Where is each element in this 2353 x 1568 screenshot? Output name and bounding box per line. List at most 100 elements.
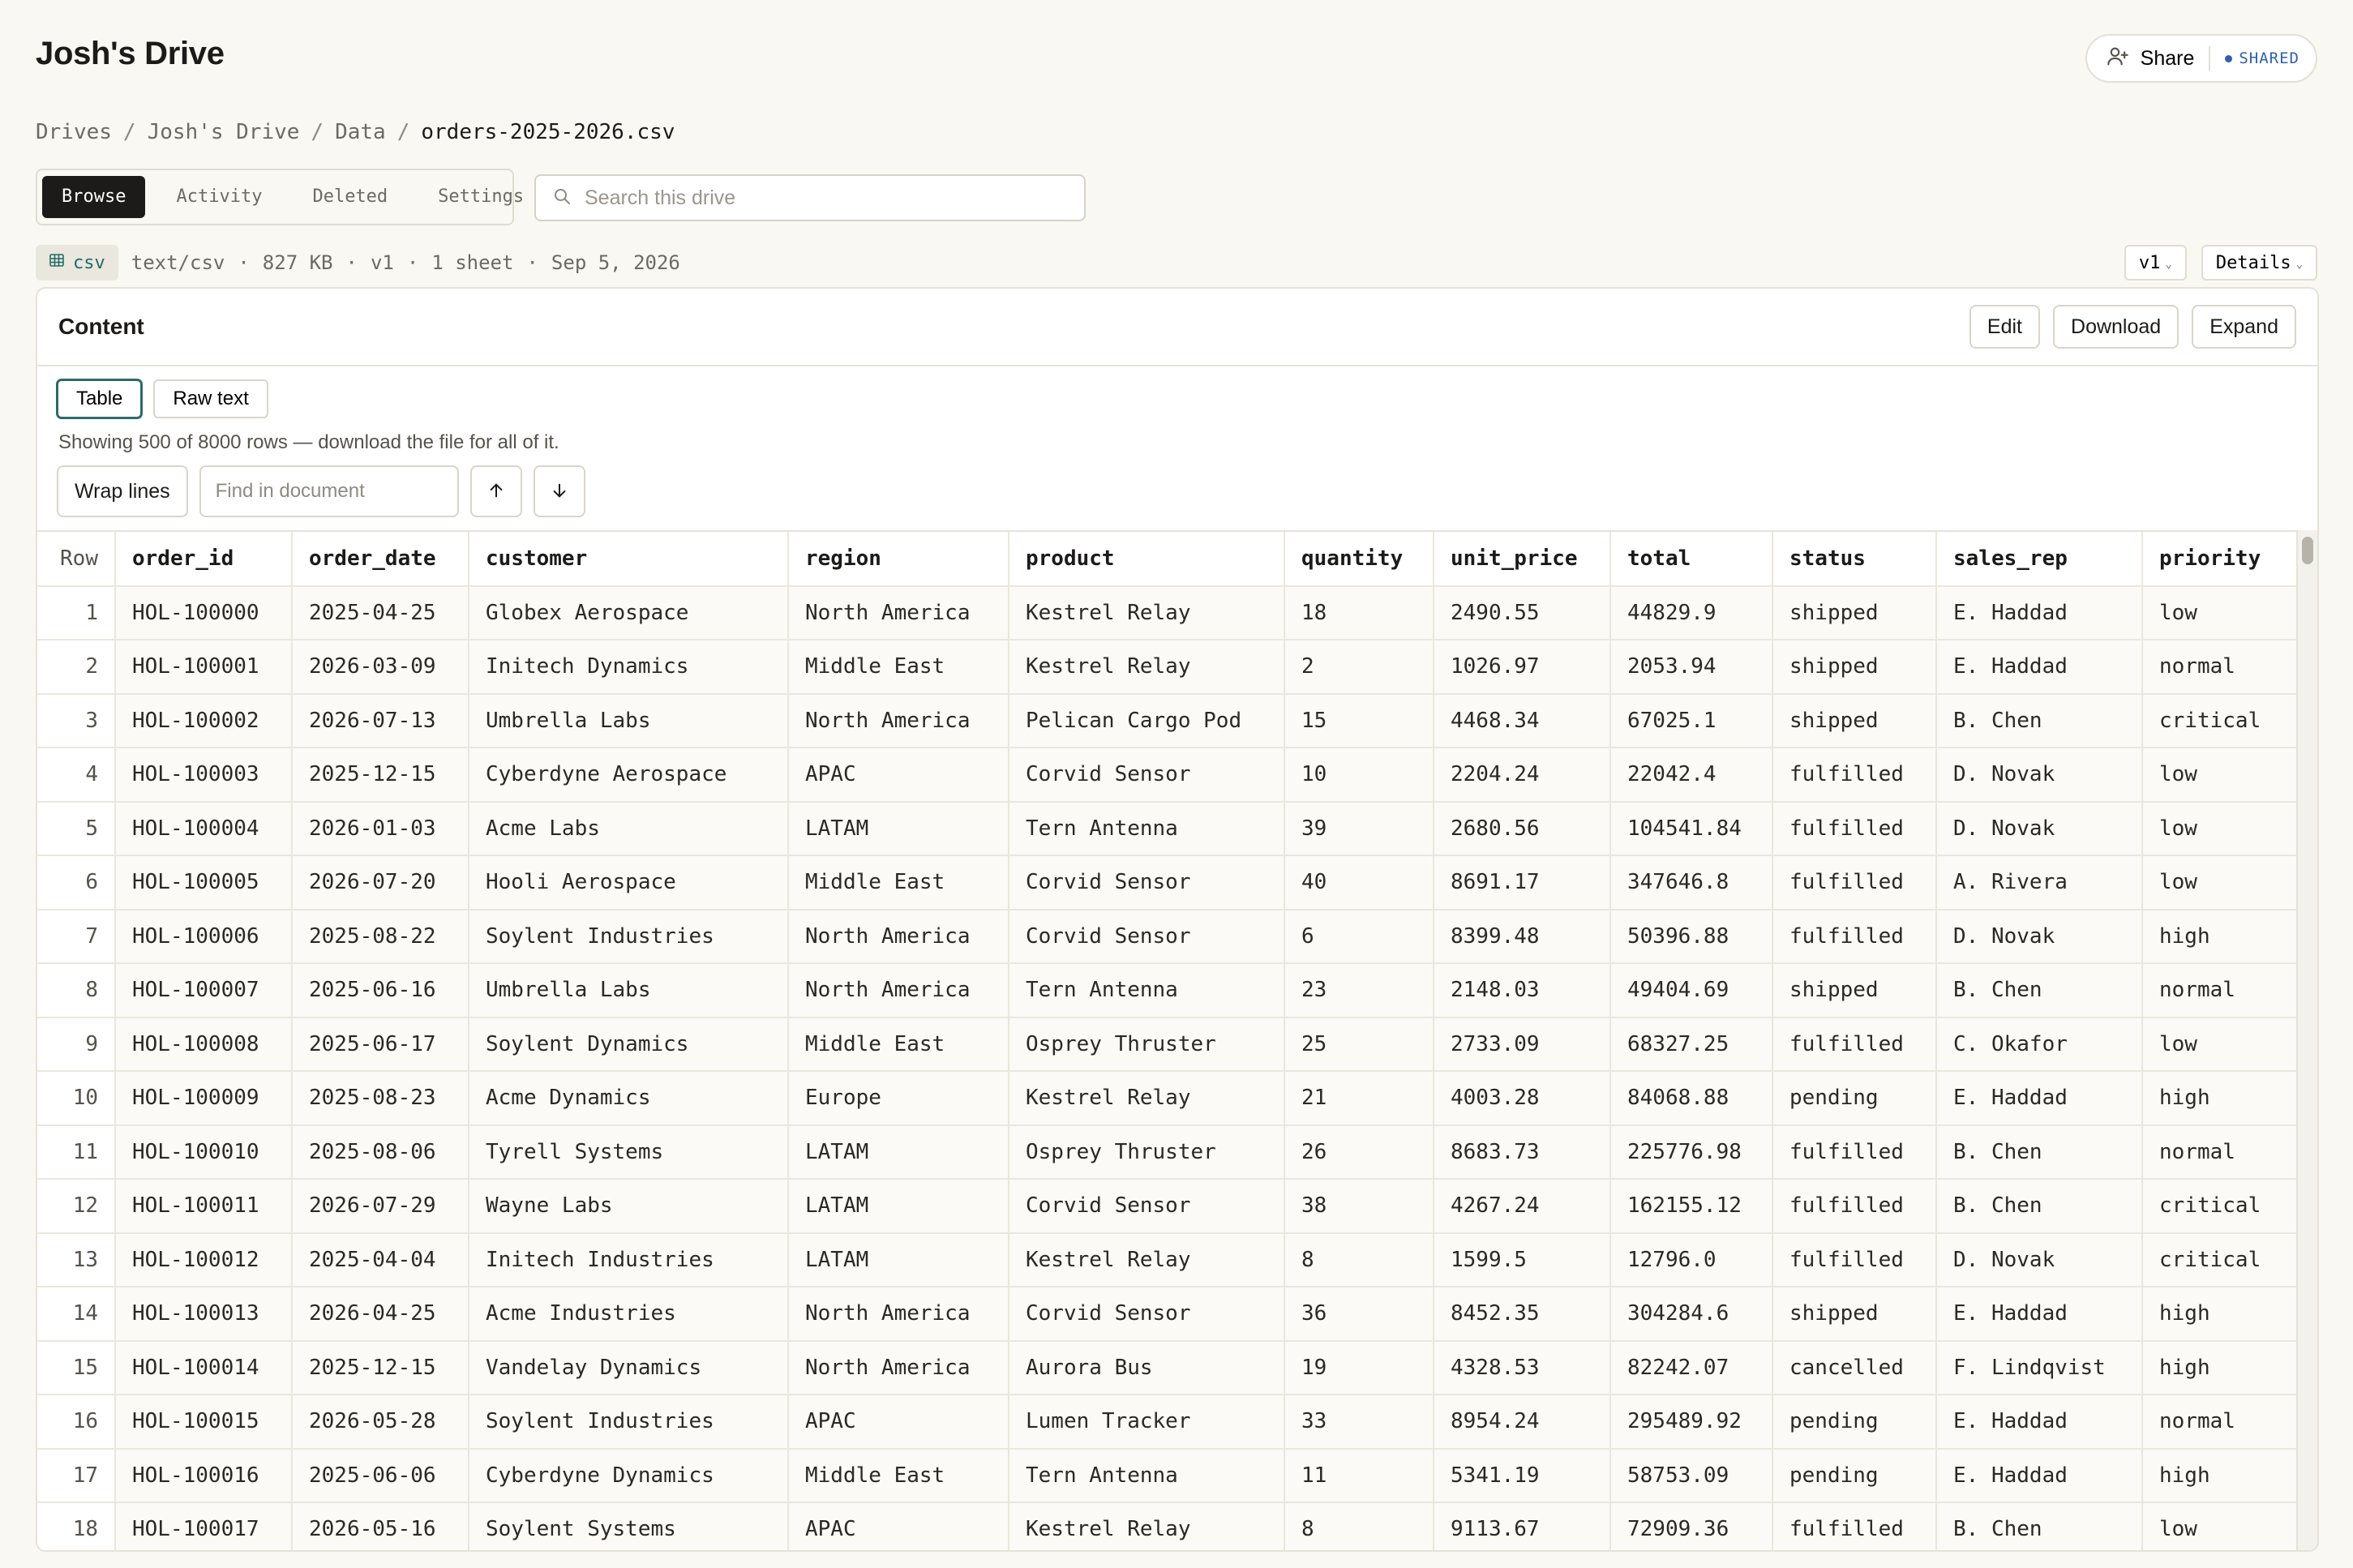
table-row[interactable]: 18 HOL-100017 2026-05-16 Soylent Systems APA… xyxy=(37,1502,2298,1550)
edit-button[interactable]: Edit xyxy=(1969,305,2041,349)
share-button[interactable]: Share SHARED xyxy=(2085,34,2317,83)
column-header-unit-price[interactable]: unit_price xyxy=(1434,532,1611,587)
cell-order-date: 2026-07-13 xyxy=(292,693,469,748)
column-header-quantity[interactable]: quantity xyxy=(1284,532,1434,587)
view-table-button[interactable]: Table xyxy=(57,379,143,418)
breadcrumb-drives[interactable]: Drives xyxy=(36,120,112,144)
table-row[interactable]: 13 HOL-100012 2025-04-04 Initech Industries… xyxy=(37,1232,2298,1287)
cell-sales-rep: B. Chen xyxy=(1936,1502,2143,1550)
cell-order-id: HOL-100015 xyxy=(115,1394,293,1450)
arrow-up-icon xyxy=(487,482,505,502)
cell-quantity: 18 xyxy=(1284,585,1434,640)
table-row[interactable]: 11 HOL-100010 2025-08-06 Tyrell Systems LATA… xyxy=(37,1125,2298,1180)
cell-sales-rep: E. Haddad xyxy=(1936,1287,2143,1342)
column-header-order-id[interactable]: order_id xyxy=(115,532,293,587)
tab-activity[interactable]: Activity xyxy=(156,176,281,218)
cell-status: shipped xyxy=(1772,693,1937,748)
cell-unit-price: 4003.28 xyxy=(1434,1071,1611,1126)
view-raw-text-button[interactable]: Raw text xyxy=(153,379,268,418)
cell-quantity: 40 xyxy=(1284,855,1434,910)
breadcrumb-data[interactable]: Data xyxy=(335,120,386,144)
cell-priority: normal xyxy=(2142,963,2298,1018)
cell-status: shipped xyxy=(1772,585,1937,640)
cell-priority: high xyxy=(2142,1071,2298,1126)
cell-product: Corvid Sensor xyxy=(1009,1179,1285,1234)
find-input[interactable] xyxy=(199,465,459,517)
cell-customer: Globex Aerospace xyxy=(469,585,789,640)
version-select[interactable]: v1 ⌄ xyxy=(2124,245,2187,281)
cell-total: 58753.09 xyxy=(1610,1448,1773,1503)
table-row[interactable]: 10 HOL-100009 2025-08-23 Acme Dynamics Europ… xyxy=(37,1071,2298,1126)
breadcrumb-separator: / xyxy=(396,120,410,144)
cell-total: 67025.1 xyxy=(1610,693,1773,748)
table-row[interactable]: 17 HOL-100016 2025-06-06 Cyberdyne Dynamics… xyxy=(37,1448,2298,1503)
cell-unit-price: 4328.53 xyxy=(1434,1340,1611,1395)
cell-product: Corvid Sensor xyxy=(1009,855,1285,910)
cell-unit-price: 2204.24 xyxy=(1434,748,1611,803)
table-row[interactable]: 12 HOL-100011 2026-07-29 Wayne Labs LATAM Cor… xyxy=(37,1179,2298,1234)
cell-customer: Acme Industries xyxy=(469,1287,789,1342)
cell-priority: low xyxy=(2142,1017,2298,1072)
cell-unit-price: 8683.73 xyxy=(1434,1125,1611,1180)
cell-total: 50396.88 xyxy=(1610,909,1773,964)
cell-customer: Initech Industries xyxy=(469,1232,789,1287)
table-row[interactable]: 15 HOL-100014 2025-12-15 Vandelay Dynamics N… xyxy=(37,1340,2298,1395)
vertical-scrollbar[interactable] xyxy=(2296,530,2317,1550)
cell-order-date: 2026-04-25 xyxy=(292,1287,469,1342)
table-row[interactable]: 1 HOL-100000 2025-04-25 Globex Aerospace Nor… xyxy=(37,585,2298,640)
cell-order-date: 2025-06-16 xyxy=(292,963,469,1018)
table-row[interactable]: 6 HOL-100005 2026-07-20 Hooli Aerospace Midd… xyxy=(37,855,2298,910)
column-header-priority[interactable]: priority xyxy=(2142,532,2298,587)
table-row[interactable]: 8 HOL-100007 2025-06-16 Umbrella Labs North … xyxy=(37,963,2298,1018)
scrollbar-thumb[interactable] xyxy=(2302,537,2313,564)
cell-total: 12796.0 xyxy=(1610,1232,1773,1287)
cell-priority: low xyxy=(2142,748,2298,803)
column-header-order-date[interactable]: order_date xyxy=(292,532,469,587)
file-sheets: 1 sheet xyxy=(431,251,514,274)
search-box xyxy=(534,174,1086,221)
download-button[interactable]: Download xyxy=(2053,305,2179,349)
meta-separator: · xyxy=(238,251,250,274)
cell-region: North America xyxy=(788,585,1009,640)
column-header-status[interactable]: status xyxy=(1772,532,1937,587)
file-version: v1 xyxy=(370,251,394,274)
cell-region: North America xyxy=(788,909,1009,964)
tab-settings[interactable]: Settings xyxy=(418,176,543,218)
column-header-sales-rep[interactable]: sales_rep xyxy=(1936,532,2143,587)
cell-quantity: 21 xyxy=(1284,1071,1434,1126)
cell-unit-price: 9113.67 xyxy=(1434,1502,1611,1550)
tab-browse[interactable]: Browse xyxy=(42,176,146,218)
table-row[interactable]: 3 HOL-100002 2026-07-13 Umbrella Labs North … xyxy=(37,693,2298,748)
cell-priority: normal xyxy=(2142,1394,2298,1450)
column-header-region[interactable]: region xyxy=(788,532,1009,587)
file-size: 827 KB xyxy=(262,251,333,274)
tab-deleted[interactable]: Deleted xyxy=(293,176,407,218)
cell-order-date: 2025-04-25 xyxy=(292,585,469,640)
search-input[interactable] xyxy=(585,186,1055,210)
table-row[interactable]: 5 HOL-100004 2026-01-03 Acme Labs LATAM Tern … xyxy=(37,801,2298,856)
arrow-down-icon xyxy=(551,482,568,502)
table-row[interactable]: 16 HOL-100015 2026-05-28 Soylent Industries… xyxy=(37,1394,2298,1450)
expand-button[interactable]: Expand xyxy=(2192,305,2296,349)
cell-total: 295489.92 xyxy=(1610,1394,1773,1450)
column-header-product[interactable]: product xyxy=(1009,532,1285,587)
cell-order-date: 2026-05-28 xyxy=(292,1394,469,1450)
cell-product: Osprey Thruster xyxy=(1009,1017,1285,1072)
table-row[interactable]: 7 HOL-100006 2025-08-22 Soylent Industries N… xyxy=(37,909,2298,964)
wrap-lines-button[interactable]: Wrap lines xyxy=(57,465,188,517)
breadcrumb-joshs-drive[interactable]: Josh's Drive xyxy=(148,120,300,144)
table-row[interactable]: 9 HOL-100008 2025-06-17 Soylent Dynamics Mid… xyxy=(37,1017,2298,1072)
column-header-customer[interactable]: customer xyxy=(469,532,789,587)
column-header-total[interactable]: total xyxy=(1610,532,1773,587)
cell-quantity: 38 xyxy=(1284,1179,1434,1234)
find-next-button[interactable] xyxy=(533,465,585,517)
find-previous-button[interactable] xyxy=(469,465,522,517)
cell-quantity: 33 xyxy=(1284,1394,1434,1450)
table-row[interactable]: 2 HOL-100001 2026-03-09 Initech Dynamics Mid… xyxy=(37,640,2298,695)
cell-priority: low xyxy=(2142,585,2298,640)
table-row[interactable]: 4 HOL-100003 2025-12-15 Cyberdyne Aerospace… xyxy=(37,748,2298,803)
details-button[interactable]: Details ⌄ xyxy=(2201,245,2317,281)
table-row[interactable]: 14 HOL-100013 2026-04-25 Acme Industries Nor… xyxy=(37,1287,2298,1342)
cell-status: shipped xyxy=(1772,1287,1937,1342)
column-header-row[interactable]: Row xyxy=(37,532,116,587)
